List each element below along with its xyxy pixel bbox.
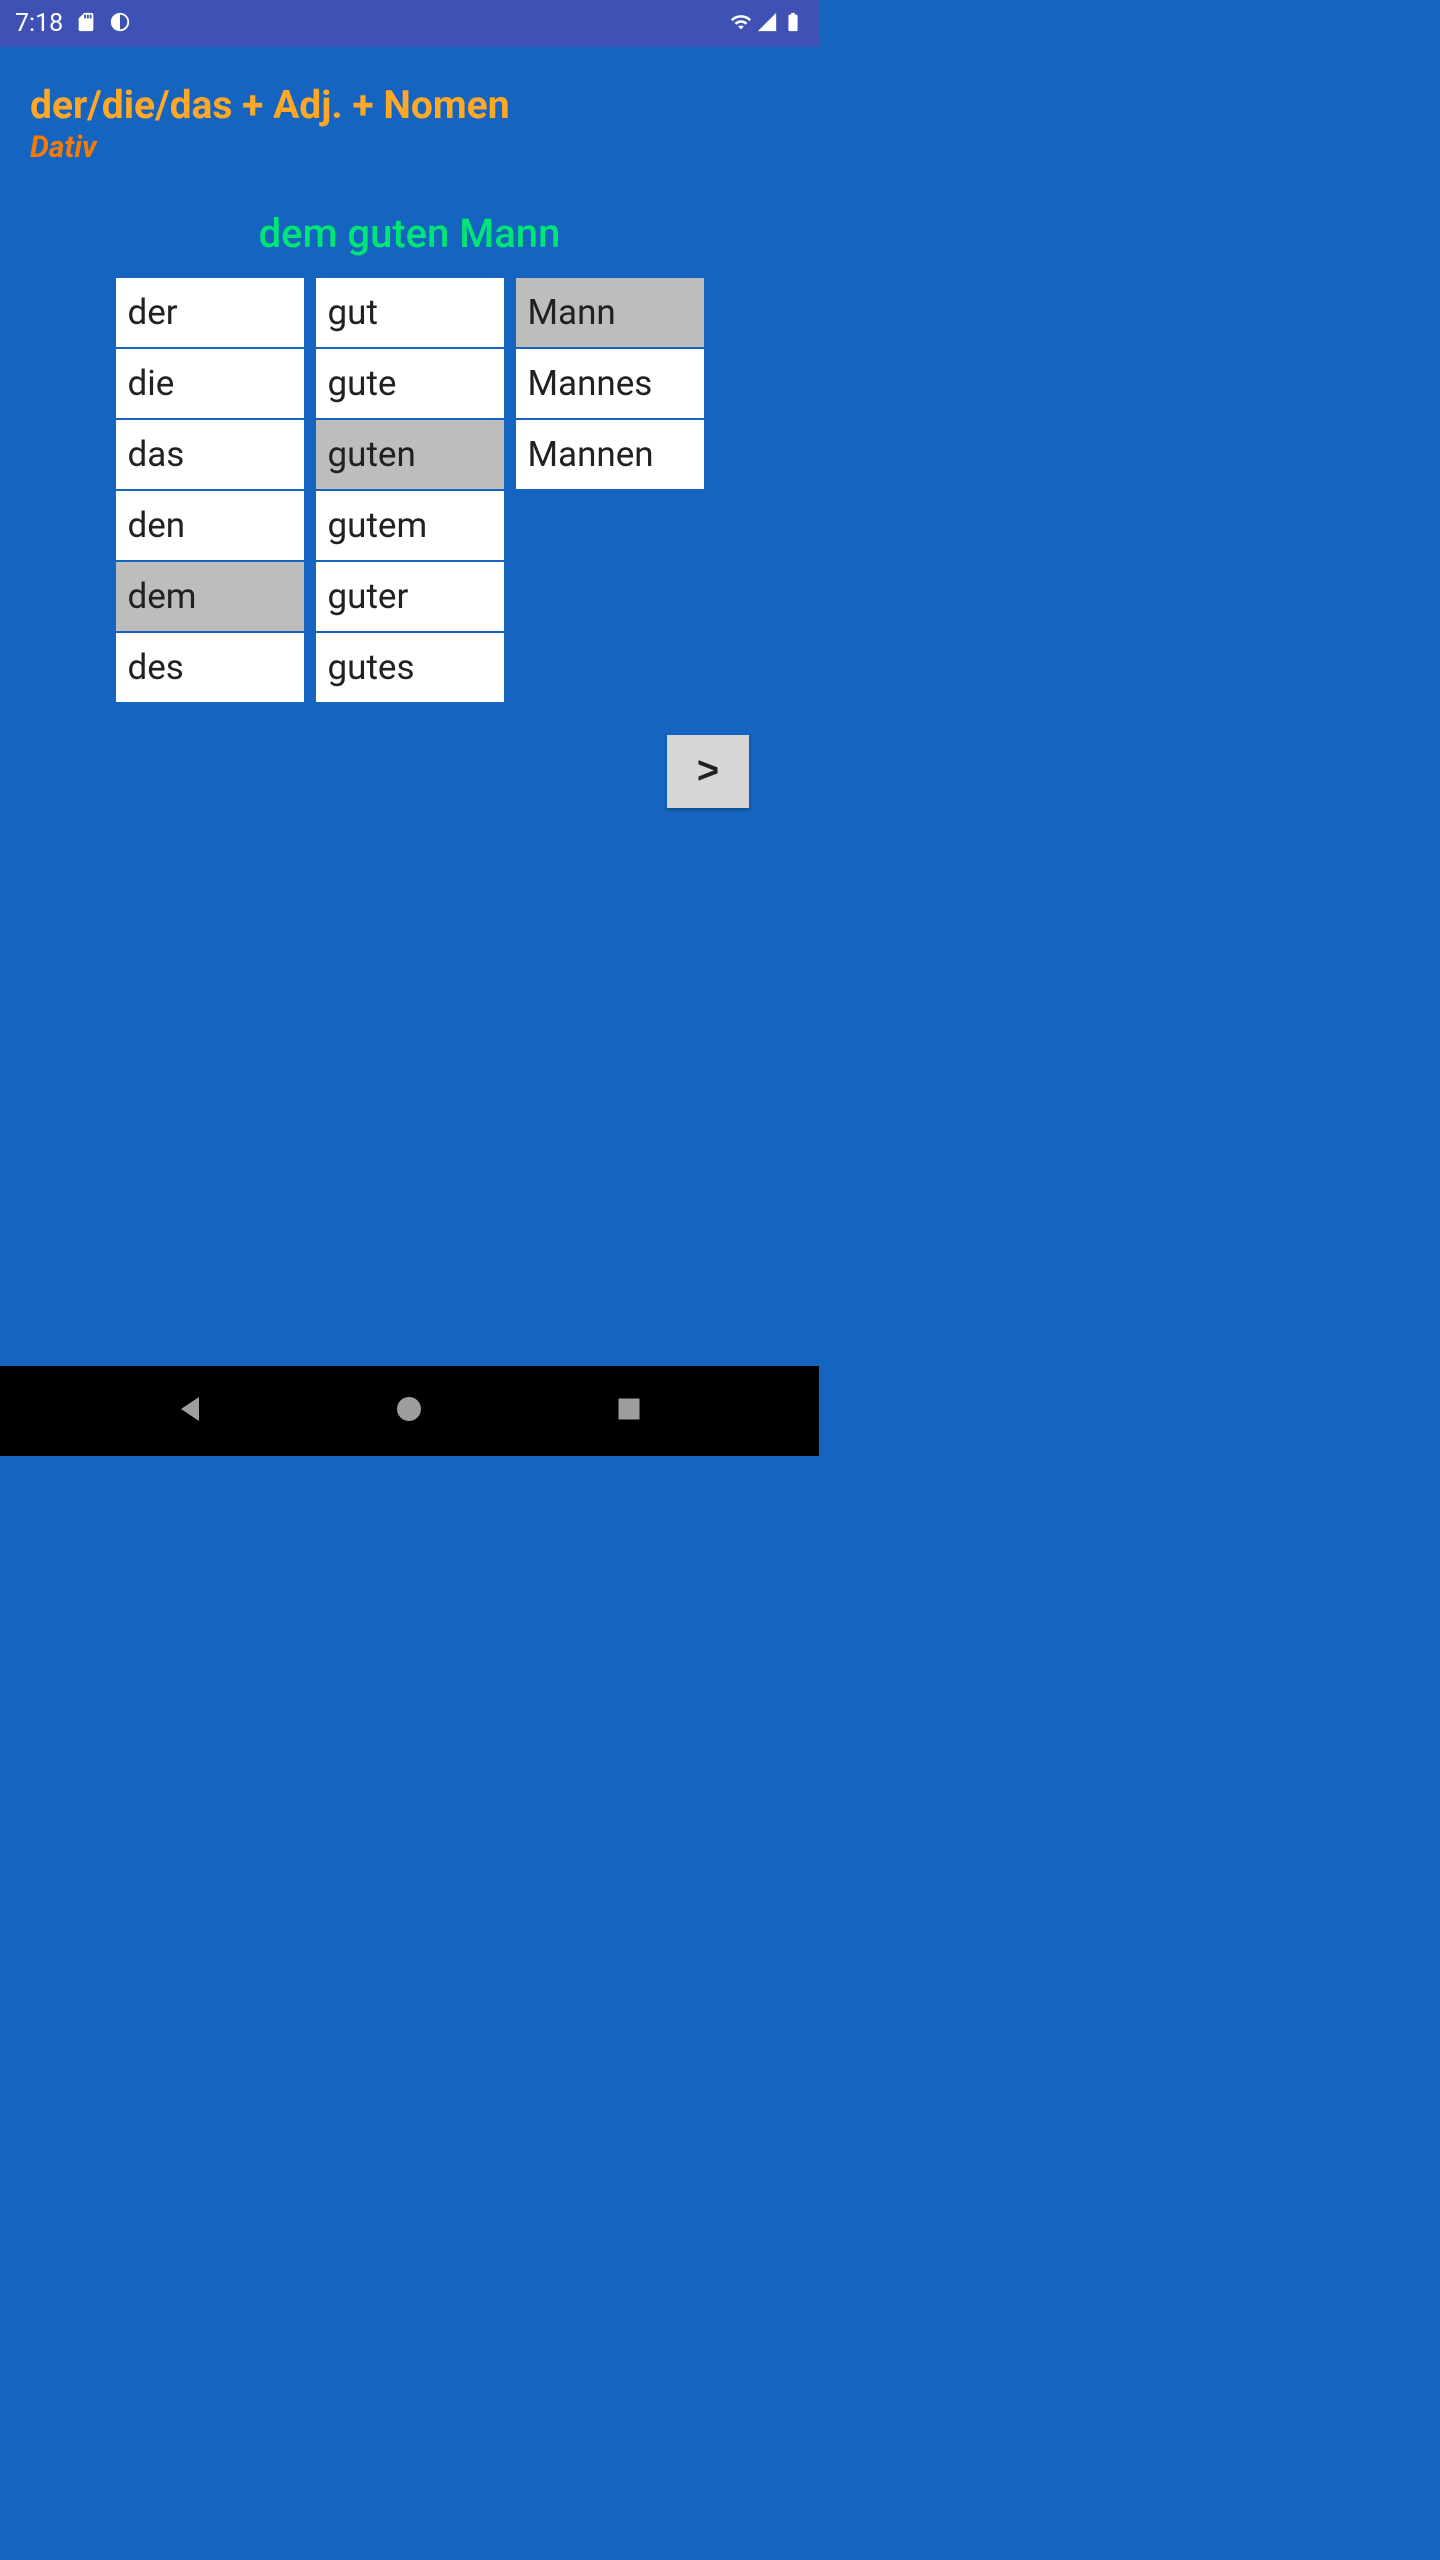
home-icon[interactable] <box>391 1391 427 1431</box>
sd-card-icon <box>75 11 97 37</box>
option-mann[interactable]: Mann <box>515 277 705 348</box>
answer-display: dem guten Mann <box>30 210 789 257</box>
option-den[interactable]: den <box>115 490 305 561</box>
option-guter[interactable]: guter <box>315 561 505 632</box>
back-icon[interactable] <box>172 1391 208 1431</box>
contrast-icon <box>109 11 131 37</box>
option-guten[interactable]: guten <box>315 419 505 490</box>
column-article: der die das den dem des <box>115 277 305 703</box>
column-noun: Mann Mannes Mannen <box>515 277 705 703</box>
option-gut[interactable]: gut <box>315 277 505 348</box>
recent-apps-icon[interactable] <box>611 1391 647 1431</box>
option-des[interactable]: des <box>115 632 305 703</box>
option-gutes[interactable]: gutes <box>315 632 505 703</box>
navigation-bar <box>0 1366 819 1456</box>
option-die[interactable]: die <box>115 348 305 419</box>
option-gutem[interactable]: gutem <box>315 490 505 561</box>
battery-icon <box>782 11 804 37</box>
page-title: der/die/das + Adj. + Nomen <box>30 82 789 128</box>
status-time: 7:18 <box>15 9 63 38</box>
page-subtitle: Dativ <box>30 130 789 165</box>
status-left: 7:18 <box>15 9 131 38</box>
option-das[interactable]: das <box>115 419 305 490</box>
next-button[interactable]: > <box>667 735 749 808</box>
option-mannes[interactable]: Mannes <box>515 348 705 419</box>
signal-icon <box>756 11 778 37</box>
column-adjective: gut gute guten gutem guter gutes <box>315 277 505 703</box>
next-button-container: > <box>30 735 789 808</box>
option-gute[interactable]: gute <box>315 348 505 419</box>
content-area: der/die/das + Adj. + Nomen Dativ dem gut… <box>0 47 819 1366</box>
status-right <box>730 11 804 37</box>
columns-container: der die das den dem des gut gute guten g… <box>30 277 789 703</box>
option-der[interactable]: der <box>115 277 305 348</box>
option-mannen[interactable]: Mannen <box>515 419 705 490</box>
status-bar: 7:18 <box>0 0 819 47</box>
option-dem[interactable]: dem <box>115 561 305 632</box>
wifi-icon <box>730 11 752 37</box>
